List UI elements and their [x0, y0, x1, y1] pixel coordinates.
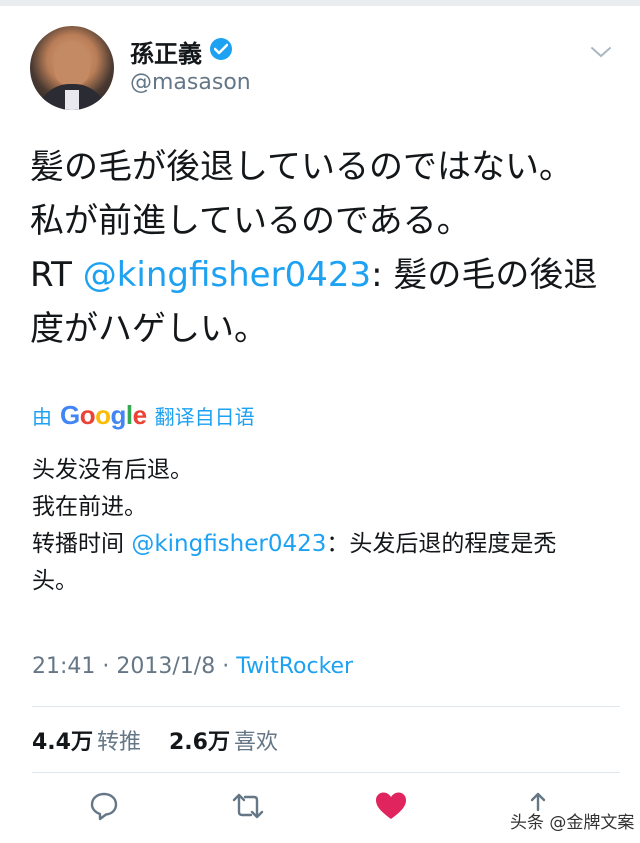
tweet-date: 2013/1/8 [116, 654, 216, 679]
display-name[interactable]: 孫正義 [130, 34, 202, 69]
meta-separator: · [215, 654, 237, 679]
tweet-stats: 4.4万 转推 2.6万 喜欢 [32, 724, 278, 756]
tweet-meta: 21:41 · 2013/1/8 · TwitRocker [32, 654, 353, 679]
tweet-time: 21:41 [32, 654, 96, 679]
avatar[interactable] [30, 26, 114, 110]
user-handle[interactable]: @masason [130, 70, 251, 95]
reply-icon[interactable] [88, 790, 120, 826]
translation-line: 转播时间 @kingfisher0423：头发后退的程度是秃 [32, 526, 612, 563]
avatar-shirt [65, 90, 79, 110]
google-logo: Google [60, 400, 147, 430]
tweet-source-link[interactable]: TwitRocker [236, 654, 353, 679]
translation-prefix: 由 [32, 405, 52, 429]
avatar-face [54, 42, 90, 86]
translation-header[interactable]: 由 Google 翻译自日语 [32, 400, 255, 431]
verified-badge-icon [210, 38, 232, 60]
divider [32, 772, 620, 773]
tweet-header: 孫正義 @masason [0, 0, 640, 120]
translation-rt-prefix: 转播时间 [32, 531, 132, 557]
chevron-down-icon[interactable] [590, 44, 612, 63]
translation-text: 头发没有后退。 我在前进。 转播时间 @kingfisher0423：头发后退的… [32, 452, 612, 600]
retweet-icon[interactable] [230, 790, 266, 826]
mention-link[interactable]: @kingfisher0423 [131, 531, 326, 557]
likes-count: 2.6万 [169, 730, 230, 755]
like-heart-icon[interactable] [374, 790, 408, 826]
mention-link[interactable]: @kingfisher0423 [83, 255, 371, 295]
divider [32, 706, 620, 707]
watermark: 头条 @金牌文案 [510, 813, 635, 833]
translation-suffix: 翻译自日语 [154, 405, 255, 429]
meta-separator: · [95, 654, 117, 679]
retweets-count: 4.4万 [32, 730, 93, 755]
likes-label: 喜欢 [233, 730, 278, 755]
translation-line: 头发没有后退。 [32, 457, 193, 483]
translation-line: 头。 [32, 568, 78, 594]
tweet-line-rest: : 髪の毛の後退 [371, 255, 598, 295]
likes-stat[interactable]: 2.6万 喜欢 [169, 730, 278, 755]
tweet-text: 髪の毛が後退しているのではない。 私が前進しているのである。 RT @kingf… [30, 140, 620, 356]
translation-line-rest: ：头发后退的程度是秃 [326, 531, 557, 557]
tweet-line: 私が前進しているのである。 [30, 201, 471, 241]
tweet-line: 度がハゲしい。 [30, 309, 268, 349]
retweet-prefix: RT [30, 255, 83, 295]
translation-line: 我在前进。 [32, 494, 147, 520]
retweets-label: 转推 [96, 730, 141, 755]
tweet-line: 髪の毛が後退しているのではない。 [30, 147, 573, 187]
retweets-stat[interactable]: 4.4万 转推 [32, 730, 141, 755]
tweet-line: RT @kingfisher0423: 髪の毛の後退 [30, 248, 620, 302]
